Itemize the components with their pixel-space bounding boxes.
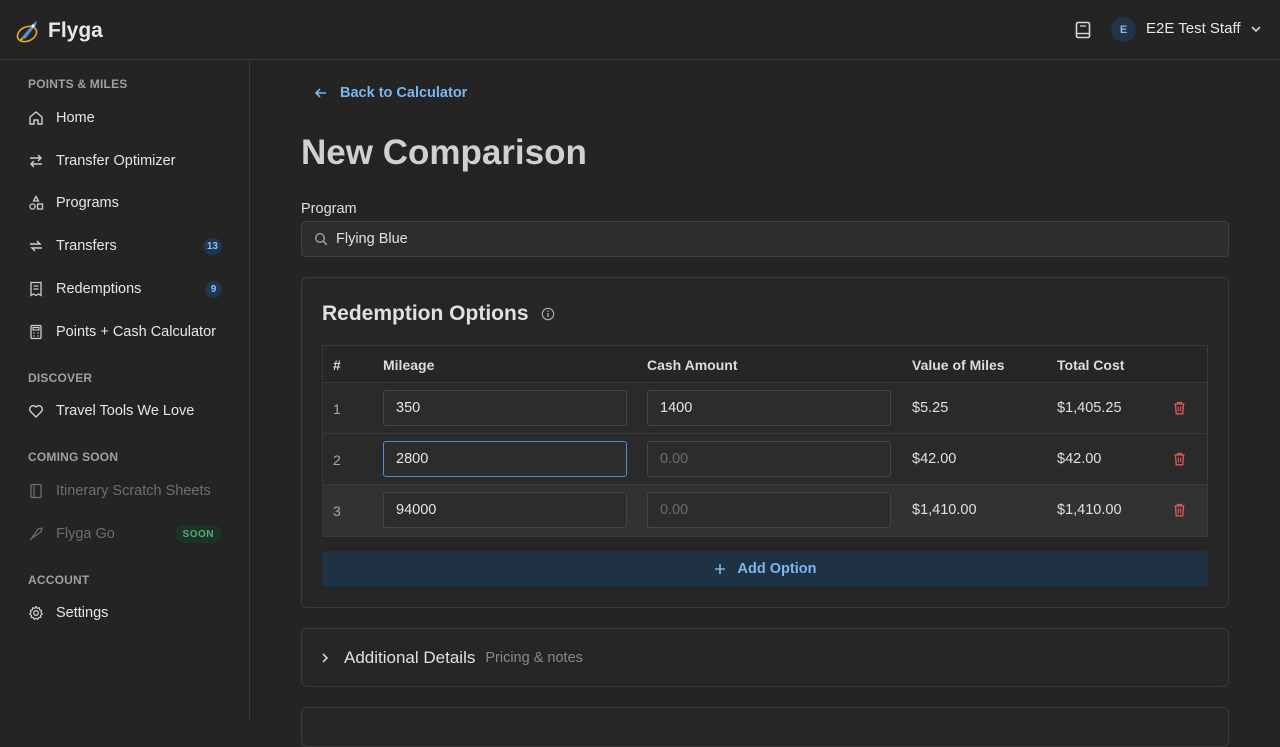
- chevron-down-icon[interactable]: [1250, 22, 1262, 36]
- sidebar-item-label: Points + Cash Calculator: [56, 324, 216, 340]
- total-cost: $42.00: [1057, 451, 1102, 467]
- app-name: Flyga: [48, 19, 103, 42]
- redemption-options-table: # Mileage Cash Amount Value of Miles Tot…: [322, 345, 1208, 537]
- column-header-total-cost: Total Cost: [1057, 357, 1125, 373]
- row-number: 3: [333, 503, 341, 519]
- sidebar-item-label: Transfers: [56, 238, 117, 254]
- rocket-icon: [29, 527, 43, 541]
- table-header: # Mileage Cash Amount Value of Miles Tot…: [323, 346, 1207, 383]
- sidebar-section-discover: DISCOVER: [28, 371, 93, 385]
- cash-amount-input[interactable]: [647, 492, 891, 528]
- sidebar-item-label: Home: [56, 110, 95, 126]
- plus-icon: [714, 564, 725, 574]
- redemption-options-card: Redemption Options # Mileage Cash Amount…: [301, 277, 1229, 608]
- search-icon: [314, 232, 328, 246]
- program-label: Program: [301, 201, 357, 217]
- cash-amount-input[interactable]: [647, 390, 891, 426]
- user-name[interactable]: E2E Test Staff: [1146, 20, 1241, 37]
- sidebar-item-label: Travel Tools We Love: [56, 403, 195, 419]
- add-option-label: Add Option: [737, 561, 817, 577]
- sidebar-item-label: Settings: [56, 605, 109, 621]
- table-row: 1 $5.25 $1,405.25: [323, 383, 1207, 434]
- sidebar-item-flyga-go: Flyga Go SOON: [28, 522, 222, 546]
- transfers-count-badge: 13: [202, 238, 222, 255]
- sidebar-item-redemptions[interactable]: Redemptions 9: [28, 277, 222, 301]
- sidebar-item-itinerary-scratch-sheets: Itinerary Scratch Sheets: [28, 479, 222, 503]
- total-cost: $1,410.00: [1057, 502, 1122, 518]
- receipt-icon: [30, 281, 42, 297]
- page-title: New Comparison: [301, 133, 587, 172]
- shapes-icon: [29, 195, 44, 210]
- total-cost: $1,405.25: [1057, 400, 1122, 416]
- sidebar-item-label: Programs: [56, 195, 119, 211]
- program-input[interactable]: [336, 231, 1136, 247]
- column-header-mileage: Mileage: [383, 357, 435, 373]
- info-icon[interactable]: [541, 307, 555, 321]
- value-of-miles: $1,410.00: [912, 502, 977, 518]
- sidebar-item-label: Redemptions: [56, 281, 142, 297]
- sidebar-item-transfer-optimizer[interactable]: Transfer Optimizer: [28, 149, 222, 173]
- additional-details-title: Additional Details: [344, 647, 476, 667]
- sidebar-item-label: Flyga Go: [56, 526, 115, 542]
- next-section-card: [301, 707, 1229, 747]
- rocket-logo-icon: [16, 21, 38, 43]
- back-link-label: Back to Calculator: [340, 85, 468, 101]
- sidebar: POINTS & MILES Home Transfer Optimizer P…: [0, 60, 250, 720]
- app-logo[interactable]: Flyga: [16, 17, 103, 45]
- mileage-input[interactable]: [383, 390, 627, 426]
- sidebar-item-home[interactable]: Home: [28, 106, 222, 130]
- column-header-value-of-miles: Value of Miles: [912, 357, 1005, 373]
- arrows-exchange-icon: [30, 154, 42, 168]
- back-to-calculator-link[interactable]: Back to Calculator: [314, 85, 467, 101]
- chevron-right-icon: [322, 652, 329, 663]
- additional-details-section[interactable]: Additional Details Pricing & notes: [301, 628, 1229, 687]
- table-row: 2 $42.00 $42.00: [323, 434, 1207, 485]
- trash-icon[interactable]: [1173, 503, 1186, 517]
- arrow-left-icon: [314, 88, 326, 98]
- mileage-input[interactable]: [383, 492, 627, 528]
- cash-amount-input[interactable]: [647, 441, 891, 477]
- column-header-cash-amount: Cash Amount: [647, 357, 738, 373]
- redemptions-count-badge: 9: [205, 281, 222, 298]
- sidebar-section-points-miles: POINTS & MILES: [28, 77, 128, 91]
- calculator-icon: [30, 324, 42, 340]
- program-search-box[interactable]: [301, 221, 1229, 257]
- column-header-number: #: [333, 357, 341, 373]
- value-of-miles: $5.25: [912, 400, 949, 416]
- row-number: 1: [333, 401, 341, 417]
- sidebar-item-transfers[interactable]: Transfers 13: [28, 234, 222, 258]
- row-number: 2: [333, 452, 341, 468]
- add-option-button[interactable]: Add Option: [322, 551, 1208, 587]
- sidebar-item-travel-tools[interactable]: Travel Tools We Love: [28, 399, 222, 423]
- home-icon: [29, 111, 43, 125]
- sidebar-section-account: ACCOUNT: [28, 573, 90, 587]
- avatar[interactable]: E: [1111, 17, 1136, 42]
- top-bar: Flyga E E2E Test Staff: [0, 0, 1280, 60]
- gear-icon: [29, 605, 43, 620]
- heart-icon: [29, 405, 43, 418]
- sidebar-section-coming-soon: COMING SOON: [28, 450, 119, 464]
- table-row: 3 $1,410.00 $1,410.00: [323, 485, 1207, 536]
- sidebar-item-label: Transfer Optimizer: [56, 153, 176, 169]
- notebook-icon: [30, 483, 42, 499]
- book-icon[interactable]: [1075, 21, 1091, 39]
- sidebar-item-points-cash-calculator[interactable]: Points + Cash Calculator: [28, 320, 222, 344]
- trash-icon[interactable]: [1173, 401, 1186, 415]
- sidebar-item-label: Itinerary Scratch Sheets: [56, 483, 211, 499]
- sidebar-item-settings[interactable]: Settings: [28, 601, 222, 625]
- soon-badge: SOON: [174, 525, 222, 543]
- trash-icon[interactable]: [1173, 452, 1186, 466]
- sidebar-item-programs[interactable]: Programs: [28, 191, 222, 215]
- transfer-icon: [30, 240, 42, 252]
- additional-details-subtitle: Pricing & notes: [485, 649, 583, 666]
- value-of-miles: $42.00: [912, 451, 957, 467]
- redemption-options-header: Redemption Options: [322, 302, 555, 326]
- mileage-input[interactable]: [383, 441, 627, 477]
- redemption-options-title: Redemption Options: [322, 302, 529, 325]
